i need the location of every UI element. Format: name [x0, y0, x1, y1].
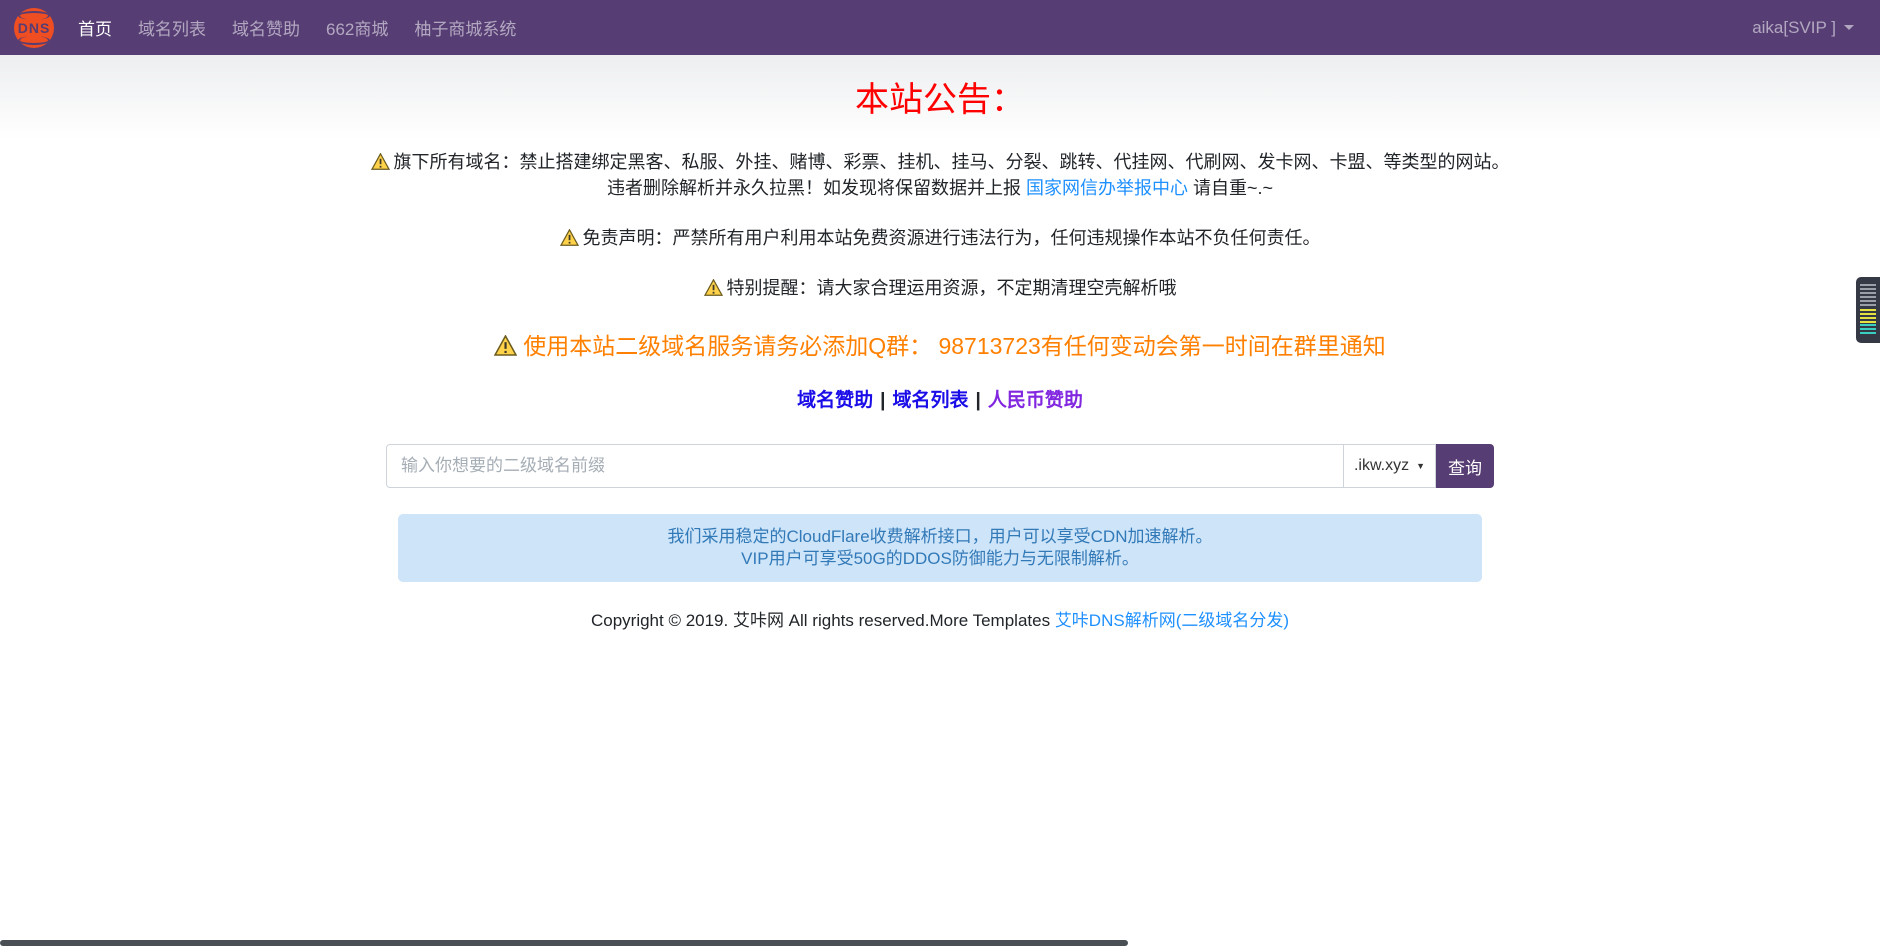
warning-icon: [560, 229, 579, 246]
report-center-link[interactable]: 国家网信办举报中心: [1026, 178, 1188, 198]
copyright-text: Copyright © 2019. 艾咔网 All rights reserve…: [591, 611, 1055, 630]
warning-icon: [371, 153, 390, 170]
link-domain-sponsor[interactable]: 域名赞助: [797, 390, 873, 411]
link-domain-list[interactable]: 域名列表: [892, 390, 968, 411]
horizontal-scrollbar[interactable]: [0, 940, 1128, 946]
warning-domains: 旗下所有域名：禁止搭建绑定黑客、私服、外挂、赌博、彩票、挂机、挂马、分裂、跳转、…: [370, 149, 1510, 201]
widget-stripes-gray: [1860, 284, 1876, 308]
footer-site-link[interactable]: 艾咔DNS解析网(二级域名分发): [1055, 611, 1289, 630]
widget-stripes-yellow: [1860, 309, 1876, 323]
main-content: 本站公告： 旗下所有域名：禁止搭建绑定黑客、私服、外挂、赌博、彩票、挂机、挂马、…: [0, 55, 1880, 631]
domain-suffix-select[interactable]: .ikw.xyz ▼: [1344, 444, 1436, 488]
navbar: DNS 首页 域名列表 域名赞助 662商城 柚子商城系统 aika[SVIP …: [0, 0, 1880, 55]
select-caret-icon: ▼: [1416, 461, 1425, 471]
warning-icon: [494, 335, 517, 356]
widget-stripes-teal: [1860, 324, 1876, 336]
warning-reminder: 特别提醒：请大家合理运用资源，不定期清理空壳解析哦: [370, 275, 1510, 301]
link-rmb-sponsor[interactable]: 人民币赞助: [988, 390, 1083, 411]
nav-item-domain-sponsor[interactable]: 域名赞助: [232, 15, 300, 40]
warning-disclaimer: 免责声明：严禁所有用户利用本站免费资源进行违法行为，任何违规操作本站不负任何责任…: [370, 225, 1510, 251]
nav-item-662-shop[interactable]: 662商城: [326, 15, 388, 40]
qq-group-notice: 使用本站二级域名服务请务必添加Q群： 98713723有任何变动会第一时间在群里…: [370, 327, 1510, 361]
page-title: 本站公告：: [370, 83, 1510, 117]
footer: Copyright © 2019. 艾咔网 All rights reserve…: [370, 606, 1510, 631]
site-logo[interactable]: DNS: [14, 8, 54, 48]
nav-item-youzi-shop[interactable]: 柚子商城系统: [414, 15, 516, 40]
logo-text: DNS: [18, 20, 51, 36]
disclaimer-text: 免责声明：严禁所有用户利用本站免费资源进行违法行为，任何违规操作本站不负任何责任…: [583, 228, 1321, 248]
warning-text-post: 请自重~.~: [1188, 178, 1273, 198]
qq-notice-text: 使用本站二级域名服务请务必添加Q群： 98713723有任何变动会第一时间在群里…: [523, 333, 1386, 359]
selected-suffix: .ikw.xyz: [1354, 457, 1409, 475]
nav-menu: 首页 域名列表 域名赞助 662商城 柚子商城系统: [78, 15, 516, 40]
search-button[interactable]: 查询: [1436, 444, 1494, 488]
separator: |: [880, 390, 885, 411]
warning-icon: [704, 279, 723, 296]
reminder-text: 特别提醒：请大家合理运用资源，不定期清理空壳解析哦: [727, 278, 1177, 298]
info-line-1: 我们采用稳定的CloudFlare收费解析接口，用户可以享受CDN加速解析。: [408, 526, 1472, 548]
dns-globe-icon: DNS: [14, 8, 54, 48]
info-line-2: VIP用户可享受50G的DDOS防御能力与无限制解析。: [408, 548, 1472, 570]
warning-text-pre: 旗下所有域名：禁止搭建绑定黑客、私服、外挂、赌博、彩票、挂机、挂马、分裂、跳转、…: [394, 152, 1510, 198]
chevron-down-icon: [1844, 25, 1854, 30]
cdn-info-box: 我们采用稳定的CloudFlare收费解析接口，用户可以享受CDN加速解析。 V…: [398, 514, 1482, 582]
user-label: aika[SVIP ]: [1752, 18, 1836, 38]
browser-extension-widget[interactable]: [1856, 277, 1880, 343]
nav-item-domain-list[interactable]: 域名列表: [138, 15, 206, 40]
domain-prefix-input[interactable]: [386, 444, 1344, 488]
separator: |: [976, 390, 981, 411]
quick-links: 域名赞助 | 域名列表 | 人民币赞助: [370, 385, 1510, 412]
user-menu[interactable]: aika[SVIP ]: [1752, 18, 1854, 38]
nav-item-home[interactable]: 首页: [78, 15, 112, 40]
domain-search-bar: .ikw.xyz ▼ 查询: [386, 444, 1494, 488]
